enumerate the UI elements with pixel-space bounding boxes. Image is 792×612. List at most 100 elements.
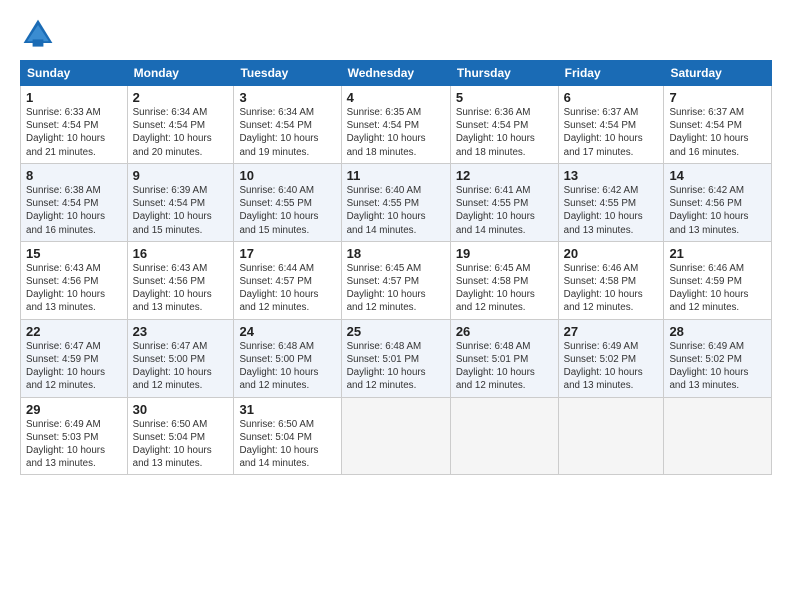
day-number: 6 <box>564 90 659 105</box>
calendar-cell: 9Sunrise: 6:39 AM Sunset: 4:54 PM Daylig… <box>127 163 234 241</box>
calendar-week-row: 22Sunrise: 6:47 AM Sunset: 4:59 PM Dayli… <box>21 319 772 397</box>
calendar-week-row: 15Sunrise: 6:43 AM Sunset: 4:56 PM Dayli… <box>21 241 772 319</box>
day-number: 17 <box>239 246 335 261</box>
day-info: Sunrise: 6:50 AM Sunset: 5:04 PM Dayligh… <box>133 418 229 471</box>
day-number: 31 <box>239 402 335 417</box>
calendar-cell: 20Sunrise: 6:46 AM Sunset: 4:58 PM Dayli… <box>558 241 664 319</box>
day-number: 11 <box>347 168 445 183</box>
day-number: 5 <box>456 90 553 105</box>
day-number: 18 <box>347 246 445 261</box>
calendar-cell <box>450 397 558 475</box>
day-info: Sunrise: 6:49 AM Sunset: 5:02 PM Dayligh… <box>669 340 766 393</box>
page: SundayMondayTuesdayWednesdayThursdayFrid… <box>0 0 792 612</box>
day-number: 20 <box>564 246 659 261</box>
day-info: Sunrise: 6:42 AM Sunset: 4:56 PM Dayligh… <box>669 184 766 237</box>
day-number: 30 <box>133 402 229 417</box>
day-info: Sunrise: 6:45 AM Sunset: 4:58 PM Dayligh… <box>456 262 553 315</box>
calendar-cell: 10Sunrise: 6:40 AM Sunset: 4:55 PM Dayli… <box>234 163 341 241</box>
calendar-cell: 19Sunrise: 6:45 AM Sunset: 4:58 PM Dayli… <box>450 241 558 319</box>
day-number: 13 <box>564 168 659 183</box>
header <box>20 16 772 52</box>
calendar-cell: 5Sunrise: 6:36 AM Sunset: 4:54 PM Daylig… <box>450 86 558 164</box>
calendar-cell: 27Sunrise: 6:49 AM Sunset: 5:02 PM Dayli… <box>558 319 664 397</box>
calendar-header-monday: Monday <box>127 61 234 86</box>
calendar-cell: 3Sunrise: 6:34 AM Sunset: 4:54 PM Daylig… <box>234 86 341 164</box>
day-info: Sunrise: 6:34 AM Sunset: 4:54 PM Dayligh… <box>133 106 229 159</box>
day-number: 9 <box>133 168 229 183</box>
day-number: 25 <box>347 324 445 339</box>
calendar-cell: 22Sunrise: 6:47 AM Sunset: 4:59 PM Dayli… <box>21 319 128 397</box>
calendar-cell <box>558 397 664 475</box>
calendar-cell: 2Sunrise: 6:34 AM Sunset: 4:54 PM Daylig… <box>127 86 234 164</box>
day-info: Sunrise: 6:40 AM Sunset: 4:55 PM Dayligh… <box>239 184 335 237</box>
calendar-week-row: 29Sunrise: 6:49 AM Sunset: 5:03 PM Dayli… <box>21 397 772 475</box>
day-number: 15 <box>26 246 122 261</box>
calendar-week-row: 1Sunrise: 6:33 AM Sunset: 4:54 PM Daylig… <box>21 86 772 164</box>
calendar-cell: 17Sunrise: 6:44 AM Sunset: 4:57 PM Dayli… <box>234 241 341 319</box>
calendar-cell: 14Sunrise: 6:42 AM Sunset: 4:56 PM Dayli… <box>664 163 772 241</box>
calendar-cell: 25Sunrise: 6:48 AM Sunset: 5:01 PM Dayli… <box>341 319 450 397</box>
calendar-cell: 11Sunrise: 6:40 AM Sunset: 4:55 PM Dayli… <box>341 163 450 241</box>
calendar-cell <box>341 397 450 475</box>
day-info: Sunrise: 6:37 AM Sunset: 4:54 PM Dayligh… <box>669 106 766 159</box>
calendar-cell: 29Sunrise: 6:49 AM Sunset: 5:03 PM Dayli… <box>21 397 128 475</box>
calendar-body: 1Sunrise: 6:33 AM Sunset: 4:54 PM Daylig… <box>21 86 772 475</box>
day-number: 21 <box>669 246 766 261</box>
day-info: Sunrise: 6:50 AM Sunset: 5:04 PM Dayligh… <box>239 418 335 471</box>
day-info: Sunrise: 6:33 AM Sunset: 4:54 PM Dayligh… <box>26 106 122 159</box>
calendar-cell: 12Sunrise: 6:41 AM Sunset: 4:55 PM Dayli… <box>450 163 558 241</box>
calendar-cell: 31Sunrise: 6:50 AM Sunset: 5:04 PM Dayli… <box>234 397 341 475</box>
calendar-cell: 1Sunrise: 6:33 AM Sunset: 4:54 PM Daylig… <box>21 86 128 164</box>
day-info: Sunrise: 6:47 AM Sunset: 5:00 PM Dayligh… <box>133 340 229 393</box>
day-number: 29 <box>26 402 122 417</box>
day-info: Sunrise: 6:35 AM Sunset: 4:54 PM Dayligh… <box>347 106 445 159</box>
day-number: 26 <box>456 324 553 339</box>
logo-icon <box>20 16 56 52</box>
day-info: Sunrise: 6:48 AM Sunset: 5:01 PM Dayligh… <box>456 340 553 393</box>
day-info: Sunrise: 6:46 AM Sunset: 4:59 PM Dayligh… <box>669 262 766 315</box>
calendar-header-thursday: Thursday <box>450 61 558 86</box>
day-number: 16 <box>133 246 229 261</box>
calendar-header-tuesday: Tuesday <box>234 61 341 86</box>
calendar-header-saturday: Saturday <box>664 61 772 86</box>
day-info: Sunrise: 6:47 AM Sunset: 4:59 PM Dayligh… <box>26 340 122 393</box>
calendar-cell <box>664 397 772 475</box>
calendar-header-wednesday: Wednesday <box>341 61 450 86</box>
day-number: 7 <box>669 90 766 105</box>
day-number: 24 <box>239 324 335 339</box>
day-info: Sunrise: 6:48 AM Sunset: 5:01 PM Dayligh… <box>347 340 445 393</box>
day-number: 8 <box>26 168 122 183</box>
calendar-cell: 7Sunrise: 6:37 AM Sunset: 4:54 PM Daylig… <box>664 86 772 164</box>
calendar-header-friday: Friday <box>558 61 664 86</box>
calendar-cell: 21Sunrise: 6:46 AM Sunset: 4:59 PM Dayli… <box>664 241 772 319</box>
day-info: Sunrise: 6:43 AM Sunset: 4:56 PM Dayligh… <box>26 262 122 315</box>
day-info: Sunrise: 6:36 AM Sunset: 4:54 PM Dayligh… <box>456 106 553 159</box>
calendar: SundayMondayTuesdayWednesdayThursdayFrid… <box>20 60 772 475</box>
day-info: Sunrise: 6:43 AM Sunset: 4:56 PM Dayligh… <box>133 262 229 315</box>
calendar-cell: 6Sunrise: 6:37 AM Sunset: 4:54 PM Daylig… <box>558 86 664 164</box>
calendar-cell: 13Sunrise: 6:42 AM Sunset: 4:55 PM Dayli… <box>558 163 664 241</box>
day-info: Sunrise: 6:49 AM Sunset: 5:02 PM Dayligh… <box>564 340 659 393</box>
calendar-cell: 24Sunrise: 6:48 AM Sunset: 5:00 PM Dayli… <box>234 319 341 397</box>
calendar-cell: 16Sunrise: 6:43 AM Sunset: 4:56 PM Dayli… <box>127 241 234 319</box>
day-number: 28 <box>669 324 766 339</box>
calendar-header-sunday: Sunday <box>21 61 128 86</box>
day-info: Sunrise: 6:46 AM Sunset: 4:58 PM Dayligh… <box>564 262 659 315</box>
day-info: Sunrise: 6:40 AM Sunset: 4:55 PM Dayligh… <box>347 184 445 237</box>
day-number: 23 <box>133 324 229 339</box>
day-number: 3 <box>239 90 335 105</box>
day-number: 2 <box>133 90 229 105</box>
day-number: 1 <box>26 90 122 105</box>
day-info: Sunrise: 6:42 AM Sunset: 4:55 PM Dayligh… <box>564 184 659 237</box>
calendar-cell: 26Sunrise: 6:48 AM Sunset: 5:01 PM Dayli… <box>450 319 558 397</box>
logo <box>20 16 60 52</box>
day-number: 22 <box>26 324 122 339</box>
day-number: 19 <box>456 246 553 261</box>
day-info: Sunrise: 6:37 AM Sunset: 4:54 PM Dayligh… <box>564 106 659 159</box>
day-info: Sunrise: 6:44 AM Sunset: 4:57 PM Dayligh… <box>239 262 335 315</box>
day-info: Sunrise: 6:38 AM Sunset: 4:54 PM Dayligh… <box>26 184 122 237</box>
day-info: Sunrise: 6:34 AM Sunset: 4:54 PM Dayligh… <box>239 106 335 159</box>
day-info: Sunrise: 6:45 AM Sunset: 4:57 PM Dayligh… <box>347 262 445 315</box>
day-number: 12 <box>456 168 553 183</box>
day-info: Sunrise: 6:48 AM Sunset: 5:00 PM Dayligh… <box>239 340 335 393</box>
